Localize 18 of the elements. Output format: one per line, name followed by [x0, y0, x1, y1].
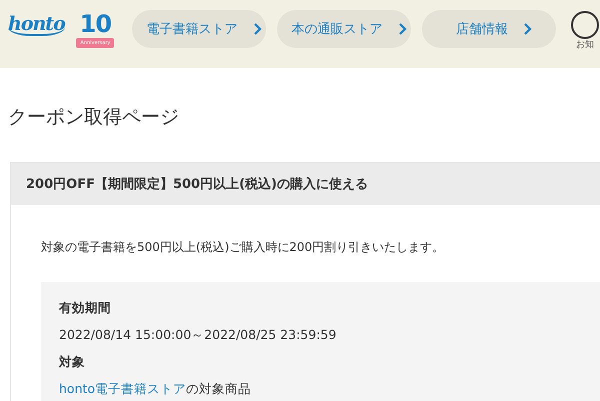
- chevron-icon: [398, 23, 406, 35]
- coupon-description: 対象の電子書籍を500円以上(税込)ご購入時に200円割り引きいたします。: [41, 239, 446, 256]
- store-link[interactable]: honto電子書籍ストア: [59, 381, 186, 396]
- coupon-title: 200円OFF【期間限定】500円以上(税込)の購入に使える: [11, 163, 600, 205]
- notice-label[interactable]: お知: [576, 38, 594, 51]
- circle-icon[interactable]: [570, 10, 600, 40]
- anniversary-number: 10: [80, 10, 112, 38]
- detail-label: 有効期間: [59, 300, 112, 317]
- chevron-icon: [254, 23, 262, 35]
- detail-value: 2022/08/14 15:00:00～2022/08/25 23:59:59: [59, 327, 338, 344]
- nav-button[interactable]: 店舗情報: [422, 10, 556, 48]
- chevron-icon: [524, 23, 532, 35]
- detail-label: 対象: [59, 354, 86, 371]
- page-title: クーポン取得ページ: [8, 105, 180, 130]
- nav-button[interactable]: 本の通販ストア: [277, 10, 411, 48]
- nav-button[interactable]: 電子書籍ストア: [132, 10, 266, 48]
- detail-value: の対象商品: [186, 381, 252, 396]
- logo[interactable]: honto: [8, 14, 65, 36]
